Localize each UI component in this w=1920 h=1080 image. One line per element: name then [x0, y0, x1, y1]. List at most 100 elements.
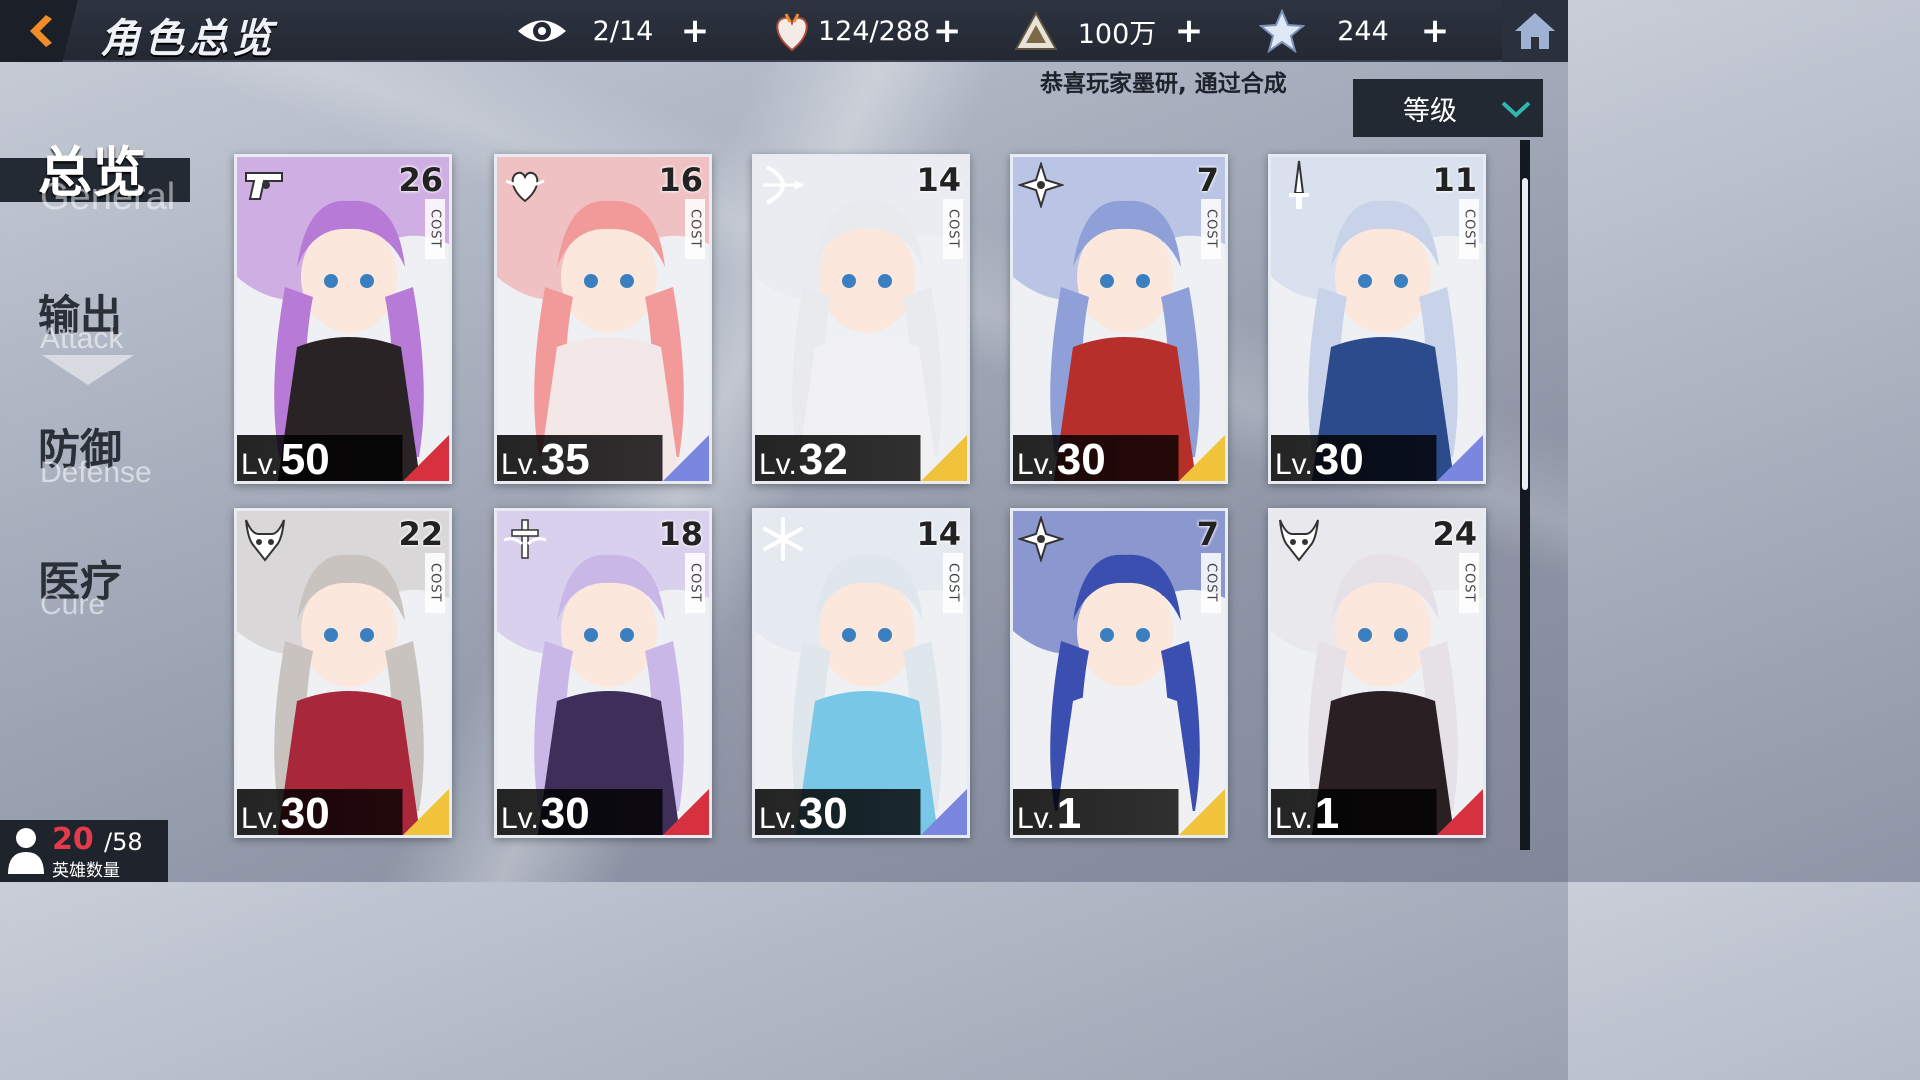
nav-pointer-triangle — [42, 355, 134, 385]
nav-tab-attack[interactable]: 输出 Attack — [38, 282, 123, 355]
resource-vision-value: 2/14 — [592, 15, 654, 47]
character-card[interactable]: 14 COST Lv. 30 — [752, 508, 970, 838]
hero-count-max: /58 — [104, 828, 143, 856]
sort-label: 等级 — [1403, 95, 1457, 127]
stamina-heart-icon — [766, 5, 818, 57]
character-card[interactable]: 7 COST Lv. 30 — [1010, 154, 1228, 484]
add-vision-button[interactable]: + — [678, 11, 712, 51]
star-crystal-icon — [1256, 5, 1308, 57]
sort-dropdown[interactable]: 等级 — [1353, 79, 1543, 137]
character-card[interactable]: 24 COST Lv. 1 — [1268, 508, 1486, 838]
resource-gold-value: 100万 — [1077, 18, 1157, 50]
nav-general-en: General — [40, 176, 176, 218]
card-level: Lv. 30 — [1275, 435, 1364, 481]
winged-cross-icon — [497, 511, 553, 567]
back-button[interactable] — [0, 0, 78, 62]
character-card[interactable]: 11 COST Lv. 30 — [1268, 154, 1486, 484]
card-cost: 7 — [1196, 161, 1219, 199]
card-cost: 14 — [916, 515, 961, 553]
gold-triangle-icon — [1010, 5, 1062, 57]
hero-count-panel: 20 /58 英雄数量 — [0, 820, 168, 882]
card-tier-tag — [663, 435, 709, 481]
scrollbar-thumb[interactable] — [1522, 178, 1528, 490]
card-cost: 24 — [1432, 515, 1477, 553]
card-cost: 26 — [398, 161, 443, 199]
card-level: Lv. 1 — [1017, 789, 1081, 835]
revolver-icon — [237, 157, 293, 213]
character-card[interactable]: 22 COST Lv. 30 — [234, 508, 452, 838]
character-card[interactable]: 14 COST Lv. 32 — [752, 154, 970, 484]
top-bar: 角色总览 2/14 + 124/288 + 100万 + 244 + — [0, 0, 1568, 62]
character-card[interactable]: 7 COST Lv. 1 — [1010, 508, 1228, 838]
shuriken-icon — [1013, 157, 1069, 213]
card-tier-tag — [1437, 789, 1483, 835]
nav-tab-general[interactable]: 总览 General — [38, 128, 175, 218]
card-level: Lv. 30 — [759, 789, 848, 835]
card-level-prefix: Lv. — [241, 802, 279, 835]
card-cost: 11 — [1432, 161, 1477, 199]
resource-gold: 100万 + — [1010, 0, 1206, 62]
snowflake-icon — [755, 511, 811, 567]
card-level-prefix: Lv. — [501, 802, 539, 835]
card-level-prefix: Lv. — [501, 448, 539, 481]
card-cost-label: COST — [1459, 199, 1479, 259]
card-level-number: 35 — [540, 435, 590, 484]
card-level-number: 30 — [540, 789, 590, 838]
card-level-prefix: Lv. — [241, 448, 279, 481]
nav-attack-en: Attack — [40, 322, 124, 355]
card-level: Lv. 35 — [501, 435, 590, 481]
card-level: Lv. 50 — [241, 435, 330, 481]
card-level: Lv. 30 — [241, 789, 330, 835]
card-level-prefix: Lv. — [1275, 448, 1313, 481]
card-cost: 7 — [1196, 515, 1219, 553]
resource-vision: 2/14 + — [516, 0, 712, 62]
eye-icon — [516, 5, 568, 57]
character-card[interactable]: 16 COST Lv. 35 — [494, 154, 712, 484]
card-cost-label: COST — [1201, 553, 1221, 613]
nav-tab-cure[interactable]: 医疗 Cure — [38, 548, 122, 621]
nav-tab-defense[interactable]: 防御 Defense — [38, 416, 152, 489]
card-cost-label: COST — [685, 553, 705, 613]
shuriken-icon — [1013, 511, 1069, 567]
card-tier-tag — [921, 435, 967, 481]
card-level-prefix: Lv. — [1017, 448, 1055, 481]
card-cost-label: COST — [943, 553, 963, 613]
card-cost-label: COST — [1201, 199, 1221, 259]
card-level-prefix: Lv. — [759, 802, 797, 835]
nav-defense-en: Defense — [40, 456, 152, 489]
back-arrow-icon — [30, 15, 52, 47]
card-level: Lv. 30 — [1017, 435, 1106, 481]
home-button[interactable] — [1502, 0, 1568, 62]
card-level: Lv. 32 — [759, 435, 848, 481]
card-cost-label: COST — [425, 553, 445, 613]
card-tier-tag — [403, 789, 449, 835]
resource-stamina-value: 124/288 — [818, 15, 931, 47]
card-tier-tag — [1437, 435, 1483, 481]
card-level-number: 30 — [798, 789, 848, 838]
resource-stamina: 124/288 + — [766, 0, 964, 62]
add-gold-button[interactable]: + — [1172, 11, 1206, 51]
add-crystal-button[interactable]: + — [1418, 11, 1452, 51]
card-level: Lv. 30 — [501, 789, 590, 835]
resource-crystal-value: 244 — [1337, 15, 1389, 47]
horned-mask-icon — [1271, 511, 1327, 567]
card-cost: 22 — [398, 515, 443, 553]
home-icon — [1515, 13, 1555, 49]
add-stamina-button[interactable]: + — [930, 11, 964, 51]
system-notice: 恭喜玩家墨研, 通过合成 — [1040, 71, 1287, 97]
card-level-prefix: Lv. — [759, 448, 797, 481]
hero-count-label: 英雄数量 — [52, 861, 120, 881]
person-icon — [8, 828, 44, 874]
bow-icon — [755, 157, 811, 213]
card-level-prefix: Lv. — [1275, 802, 1313, 835]
card-level-number: 30 — [280, 789, 330, 838]
card-cost-label: COST — [685, 199, 705, 259]
character-card[interactable]: 26 COST Lv. 50 — [234, 154, 452, 484]
card-tier-tag — [663, 789, 709, 835]
character-card[interactable]: 18 COST Lv. 30 — [494, 508, 712, 838]
page-title: 角色总览 — [100, 15, 276, 62]
hero-count-current: 20 — [52, 822, 94, 857]
card-cost-label: COST — [1459, 553, 1479, 613]
card-tier-tag — [403, 435, 449, 481]
card-level-number: 1 — [1056, 789, 1082, 838]
